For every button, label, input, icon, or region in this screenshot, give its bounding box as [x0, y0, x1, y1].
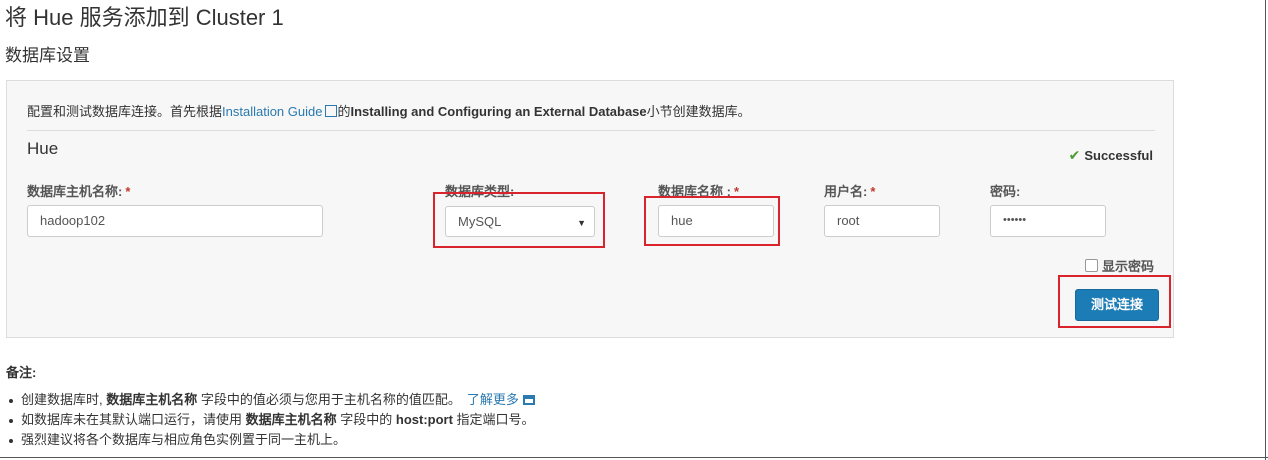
note-bold: host:port [395, 412, 453, 427]
password-label: 密码: [990, 184, 1021, 199]
host-input[interactable]: hadoop102 [27, 205, 323, 237]
intro-suffix: 小节创建数据库。 [646, 104, 751, 119]
host-label-text: 数据库主机名称: [27, 184, 123, 199]
note-text: 强烈建议将各个数据库与相应角色实例置于同一主机上。 [21, 432, 347, 447]
note-item: 如数据库未在其默认端口运行，请使用 数据库主机名称 字段中的 host:port… [6, 410, 535, 430]
show-password-checkbox[interactable] [1085, 259, 1098, 272]
notes-title: 备注: [6, 365, 37, 380]
note-bold: 数据库主机名称 [106, 392, 198, 407]
required-mark: * [870, 184, 876, 199]
status-indicator: ✔ Successful [1069, 147, 1153, 164]
learn-more-link[interactable]: 了解更多 [467, 392, 519, 407]
check-icon: ✔ [1068, 147, 1081, 163]
note-text: 创建数据库时, [21, 392, 103, 407]
note-item: 强烈建议将各个数据库与相应角色实例置于同一主机上。 [6, 430, 535, 450]
bullet [9, 418, 13, 423]
bullet [9, 398, 13, 403]
username-label: 用户名: * [824, 181, 875, 200]
password-input[interactable]: •••••• [990, 205, 1106, 237]
intro-text: 配置和测试数据库连接。首先根据Installation Guide 的Instal… [27, 101, 751, 120]
username-label-text: 用户名: [824, 184, 868, 199]
note-text: 如数据库未在其默认端口运行，请使用 [21, 412, 246, 427]
page-title: 将 Hue 服务添加到 Cluster 1 [5, 5, 284, 30]
status-text: Successful [1084, 148, 1153, 163]
note-bold: 数据库主机名称 [245, 412, 337, 427]
service-name: Hue [27, 139, 59, 158]
intro-prefix: 配置和测试数据库连接。首先根据 [27, 104, 223, 119]
intro-bold: Installing and Configuring an External D… [350, 104, 647, 119]
highlight-box-db-name [644, 196, 780, 246]
right-border-line [1265, 0, 1266, 460]
required-mark: * [125, 184, 131, 199]
note-text: 字段中的 [336, 412, 396, 427]
section-title: 数据库设置 [5, 46, 90, 65]
bullet [9, 438, 13, 443]
intro-mid: 的 [337, 104, 351, 119]
highlight-box-test-button [1058, 275, 1171, 328]
note-text: 指定端口号。 [452, 412, 535, 427]
note-item: 创建数据库时, 数据库主机名称 字段中的值必须与您用于主机名称的值匹配。 了解更多 [6, 390, 535, 410]
bottom-border-line [0, 457, 1268, 458]
external-link-icon [325, 105, 338, 117]
show-password-label: 显示密码 [1102, 259, 1155, 274]
window-icon [522, 395, 535, 405]
note-text: 字段中的值必须与您用于主机名称的值匹配。 [197, 392, 461, 407]
database-settings-panel: 配置和测试数据库连接。首先根据Installation Guide 的Instal… [6, 80, 1174, 338]
notes-list: 创建数据库时, 数据库主机名称 字段中的值必须与您用于主机名称的值匹配。 了解更多… [6, 390, 535, 450]
highlight-box-db-type [433, 192, 605, 248]
host-label: 数据库主机名称: * [27, 181, 130, 200]
installation-guide-link[interactable]: Installation Guide [222, 104, 322, 119]
show-password-toggle[interactable]: 显示密码 [1085, 256, 1154, 275]
username-input[interactable]: root [824, 205, 940, 237]
panel-divider [27, 130, 1155, 131]
